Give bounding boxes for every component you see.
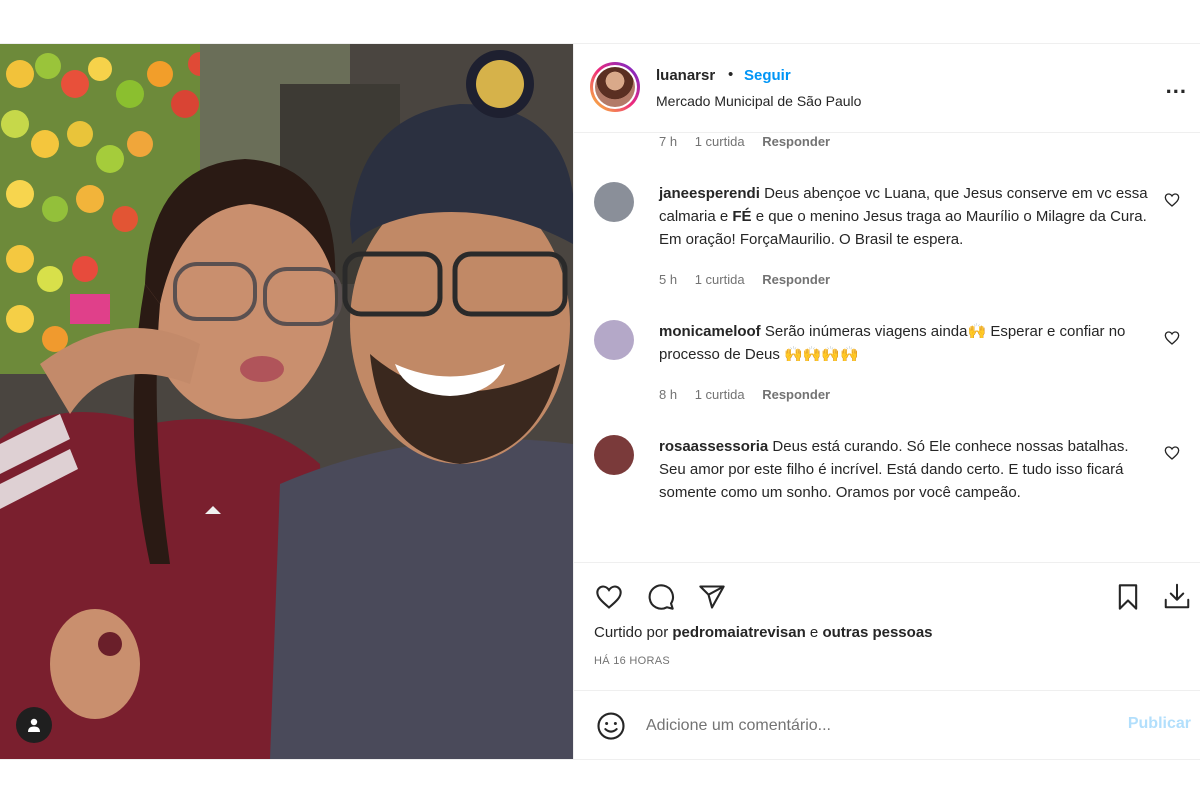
commenter-username[interactable]: monicameloof [659, 323, 761, 340]
comment-item: rosaassessoria Deus está curando. Só Ele… [594, 435, 1184, 545]
heart-icon[interactable] [1164, 445, 1180, 461]
comment-meta: 8 h 1 curtida Responder [659, 387, 831, 402]
post-photo[interactable] [0, 44, 573, 759]
instagram-post: luanarsr • Seguir Mercado Municipal de S… [0, 43, 1200, 760]
tagged-users-button[interactable] [16, 707, 52, 743]
comment-likes[interactable]: 1 curtida [695, 134, 745, 149]
liker-username[interactable]: pedromaiatrevisan [672, 624, 805, 641]
comment-meta: 7 h 1 curtida Responder [659, 134, 844, 149]
heart-icon[interactable] [1164, 192, 1180, 208]
comment-time: 7 h [659, 134, 678, 149]
selfie-image [0, 44, 573, 759]
author-avatar[interactable] [590, 62, 640, 112]
comment-input[interactable] [644, 711, 1088, 741]
post-side-panel: luanarsr • Seguir Mercado Municipal de S… [573, 44, 1200, 759]
commenter-username[interactable]: rosaassessoria [659, 438, 768, 455]
user-icon [28, 718, 40, 732]
reply-button[interactable]: Responder [762, 272, 830, 287]
commenter-username[interactable]: janeesperendi [659, 185, 760, 202]
post-header: luanarsr • Seguir Mercado Municipal de S… [574, 44, 1200, 133]
more-options-icon[interactable]: ... [1166, 75, 1187, 97]
post-timestamp[interactable]: HÁ 16 HORAS [594, 655, 670, 667]
download-icon[interactable] [1161, 581, 1193, 611]
like-heart-icon[interactable] [594, 583, 624, 611]
post-location[interactable]: Mercado Municipal de São Paulo [656, 93, 861, 109]
comment-meta: 5 h 1 curtida Responder [659, 272, 831, 287]
emoji-icon[interactable] [596, 711, 626, 741]
reply-button[interactable]: Responder [762, 387, 830, 402]
comment-item: monicameloof Serão inúmeras viagens aind… [594, 320, 1184, 420]
bookmark-icon[interactable] [1114, 583, 1142, 611]
action-bar [574, 562, 1200, 623]
follow-button[interactable]: Seguir [744, 67, 791, 84]
comment-text: rosaassessoria Deus está curando. Só Ele… [659, 438, 1129, 501]
comment-text: janeesperendi Deus abençoe vc Luana, que… [659, 185, 1148, 248]
comment-item: janeesperendi Deus abençoe vc Luana, que… [594, 182, 1184, 302]
heart-icon[interactable] [1164, 330, 1180, 346]
likes-summary: Curtido por pedromaiatrevisan e outras p… [594, 624, 933, 641]
comment-text: monicameloof Serão inúmeras viagens aind… [659, 323, 1126, 363]
share-send-icon[interactable] [697, 583, 727, 611]
reply-button[interactable]: Responder [762, 134, 830, 149]
commenter-avatar[interactable] [594, 182, 634, 222]
add-comment-bar: Publicar [574, 690, 1200, 760]
others-link[interactable]: outras pessoas [822, 624, 932, 641]
separator-dot: • [728, 66, 734, 83]
comment-bubble-icon[interactable] [646, 583, 676, 611]
commenter-avatar[interactable] [594, 435, 634, 475]
publish-button[interactable]: Publicar [1128, 715, 1191, 733]
author-username[interactable]: luanarsr [656, 67, 715, 84]
commenter-avatar[interactable] [594, 320, 634, 360]
